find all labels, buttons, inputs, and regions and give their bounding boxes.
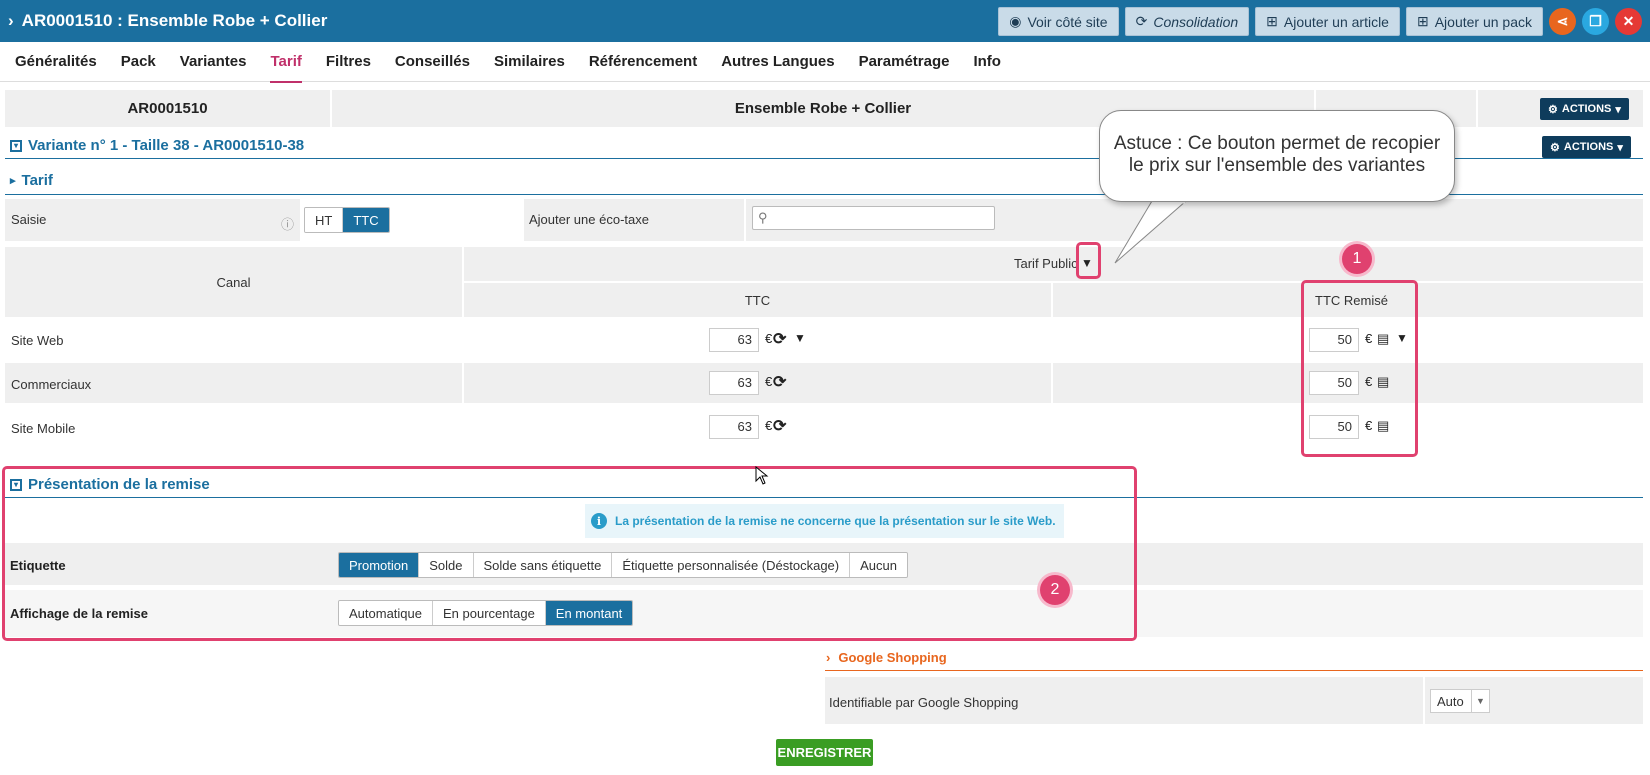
eco-taxe-search-input[interactable]: ⚲: [752, 206, 995, 230]
sync-icon[interactable]: ⟳: [773, 329, 786, 349]
top-bar: › AR0001510 : Ensemble Robe + Collier ◉ V…: [0, 0, 1650, 42]
google-shopping-header[interactable]: › Google Shopping: [826, 650, 947, 665]
google-shopping-select[interactable]: Auto ▼: [1430, 689, 1490, 713]
refresh-icon: ⟳: [1135, 13, 1148, 29]
caret-right-icon: ▸: [10, 175, 16, 187]
tab-info[interactable]: Info: [973, 42, 1001, 82]
chevron-down-icon: ▼: [1471, 690, 1489, 712]
plus-square-icon: ⊞: [1416, 13, 1429, 29]
article-code: AR0001510: [5, 90, 330, 127]
canal-header: Canal: [5, 247, 462, 317]
variante-header[interactable]: ▾ Variante n° 1 - Taille 38 - AR0001510-…: [10, 137, 304, 154]
plus-square-icon: ⊞: [1266, 13, 1278, 29]
eco-taxe-label: Ajouter une éco-taxe: [529, 212, 649, 227]
search-icon: ⚲: [758, 210, 768, 225]
tab-pack[interactable]: Pack: [121, 42, 156, 82]
consolidation-button[interactable]: ⟳ Consolidation: [1124, 7, 1250, 36]
sync-icon[interactable]: ⟳: [773, 372, 786, 392]
variante-actions-button[interactable]: ⚙ ACTIONS ▾: [1542, 136, 1631, 158]
share-icon[interactable]: ⋖: [1549, 8, 1576, 35]
caret-right-icon: ›: [826, 650, 831, 665]
add-pack-button[interactable]: ⊞ Ajouter un pack: [1405, 7, 1543, 36]
canal-commerciaux: Commerciaux: [11, 377, 92, 392]
tab-conseilles[interactable]: Conseillés: [395, 42, 470, 82]
tab-autres-langues[interactable]: Autres Langues: [721, 42, 834, 82]
add-article-button[interactable]: ⊞ Ajouter un article: [1255, 7, 1400, 36]
tab-generalites[interactable]: Généralités: [15, 42, 97, 82]
tip-line-1: Astuce : Ce bouton permet de recopier: [1113, 133, 1441, 154]
ht-option[interactable]: HT: [305, 208, 344, 232]
tab-filtres[interactable]: Filtres: [326, 42, 371, 82]
sync-icon[interactable]: ⟳: [773, 416, 786, 436]
currency-symbol: €: [765, 418, 773, 433]
canal-site-mobile: Site Mobile: [11, 421, 76, 436]
ttc-option[interactable]: TTC: [343, 208, 389, 232]
mouse-cursor-icon: [755, 466, 769, 485]
ttc-input-site-mobile[interactable]: 63: [709, 415, 759, 439]
ttc-input-commerciaux[interactable]: 63: [709, 371, 759, 395]
saisie-label: Saisie: [11, 212, 47, 227]
tab-bar: Généralités Pack Variantes Tarif Filtres…: [0, 42, 1650, 83]
chevron-right-icon[interactable]: ›: [8, 11, 14, 31]
view-site-button[interactable]: ◉ Voir côté site: [998, 7, 1119, 36]
tab-similaires[interactable]: Similaires: [494, 42, 565, 82]
tab-referencement[interactable]: Référencement: [589, 42, 697, 82]
info-icon[interactable]: ⓘ: [281, 214, 294, 233]
ht-ttc-toggle[interactable]: HT TTC: [304, 207, 390, 233]
tip-callout: Astuce : Ce bouton permet de recopier le…: [1099, 110, 1455, 202]
annotation-badge-2: 2: [1040, 575, 1070, 605]
ttc-header: TTC: [464, 283, 1051, 317]
tarif-header[interactable]: ▸ Tarif: [10, 172, 53, 189]
callout-pointer: [1114, 200, 1188, 264]
highlight-copy-button: [1076, 242, 1101, 279]
highlight-remise-section: [2, 466, 1137, 641]
canal-site-web: Site Web: [11, 333, 64, 348]
collapse-icon: ▾: [10, 139, 22, 152]
gear-icon: ⚙: [1548, 103, 1558, 116]
caret-down-icon: ▾: [1617, 141, 1623, 154]
divider: [825, 670, 1643, 671]
page-title: › AR0001510 : Ensemble Robe + Collier: [8, 11, 328, 31]
globe-icon: ◉: [1009, 13, 1022, 29]
close-icon[interactable]: ✕: [1615, 8, 1642, 35]
google-shopping-label: Identifiable par Google Shopping: [829, 695, 1019, 710]
tab-variantes[interactable]: Variantes: [180, 42, 247, 82]
tip-line-2: le prix sur l'ensemble des variantes: [1128, 155, 1426, 176]
gear-icon: ⚙: [1550, 141, 1560, 154]
currency-symbol: €: [765, 331, 773, 346]
highlight-ttc-remise: [1301, 280, 1418, 457]
copy-icon[interactable]: ❐: [1582, 8, 1609, 35]
tarif-public-label: Tarif Public: [1014, 256, 1078, 271]
article-actions-button[interactable]: ⚙ ACTIONS ▾: [1540, 98, 1629, 120]
annotation-badge-1: 1: [1342, 244, 1372, 274]
tab-tarif[interactable]: Tarif: [270, 42, 303, 83]
ttc-input-site-web[interactable]: 63: [709, 328, 759, 352]
currency-symbol: €: [765, 374, 773, 389]
save-button[interactable]: ENREGISTRER: [776, 739, 873, 766]
tab-parametrage[interactable]: Paramétrage: [859, 42, 950, 82]
caret-down-icon: ▾: [1615, 103, 1621, 116]
copy-down-icon[interactable]: ▼: [794, 331, 806, 345]
